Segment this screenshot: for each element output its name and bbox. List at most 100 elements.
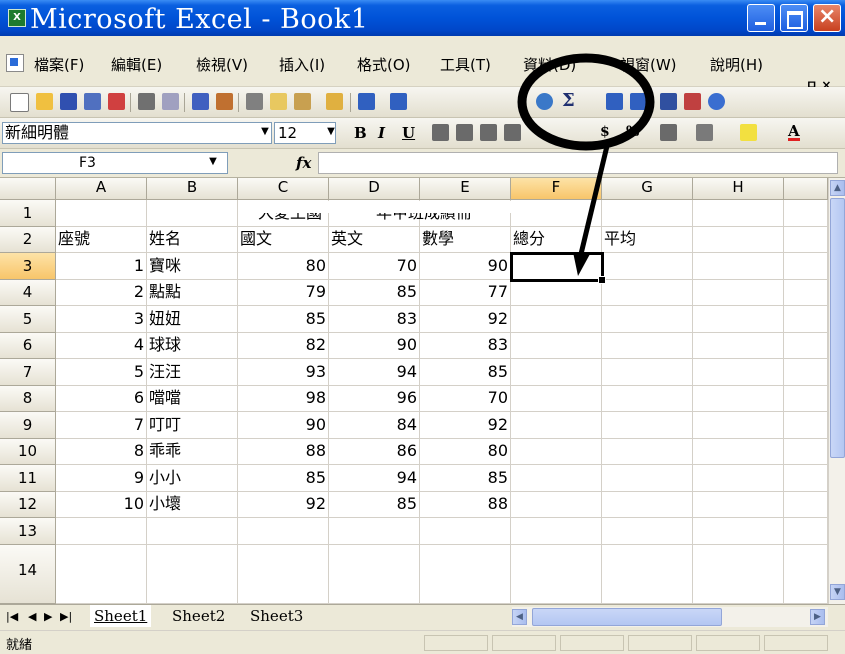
- size-dropdown-arrow[interactable]: ▼: [324, 122, 338, 142]
- grid-cell[interactable]: [693, 439, 784, 465]
- table-cell[interactable]: 85: [420, 465, 511, 492]
- row-header[interactable]: 9: [0, 412, 56, 439]
- grid-cell[interactable]: [56, 518, 147, 545]
- table-cell[interactable]: 85: [238, 306, 329, 333]
- italic-icon[interactable]: I: [378, 124, 385, 142]
- row-header[interactable]: 5: [0, 306, 56, 333]
- table-cell[interactable]: 80: [238, 253, 329, 280]
- table-cell[interactable]: 88: [238, 439, 329, 465]
- increase-indent-icon[interactable]: [660, 124, 677, 141]
- row-header[interactable]: 14: [0, 545, 56, 604]
- grid-cell[interactable]: [602, 359, 693, 386]
- table-cell[interactable]: 3: [56, 306, 147, 333]
- grid-cell[interactable]: [602, 412, 693, 439]
- grid-cell[interactable]: [511, 465, 602, 492]
- grid-cell[interactable]: [511, 545, 602, 604]
- row-header[interactable]: 2: [0, 227, 56, 253]
- grid-cell[interactable]: [602, 518, 693, 545]
- table-cell[interactable]: 9: [56, 465, 147, 492]
- table-cell[interactable]: 叮叮: [147, 412, 238, 439]
- align-left-icon[interactable]: [432, 124, 449, 141]
- autosum-icon[interactable]: Σ: [562, 90, 575, 111]
- grid-cell[interactable]: [693, 518, 784, 545]
- menu-file[interactable]: 檔案(F): [34, 54, 84, 75]
- column-header-b[interactable]: B: [147, 178, 238, 200]
- header-cell-seat[interactable]: 座號: [56, 227, 147, 253]
- menu-insert[interactable]: 插入(I): [279, 54, 325, 75]
- table-cell[interactable]: 點點: [147, 280, 238, 306]
- spelling-icon[interactable]: [192, 93, 209, 110]
- redo-icon[interactable]: [390, 93, 407, 110]
- row-header[interactable]: 12: [0, 492, 56, 518]
- menu-view[interactable]: 檢視(V): [196, 54, 248, 75]
- help-icon[interactable]: [708, 93, 725, 110]
- grid-cell[interactable]: [511, 439, 602, 465]
- grid-cell[interactable]: [511, 200, 602, 227]
- borders-icon[interactable]: [696, 124, 713, 141]
- table-cell[interactable]: 90: [329, 333, 420, 359]
- grid-cell[interactable]: [602, 465, 693, 492]
- grid-cell[interactable]: [602, 386, 693, 412]
- grid-cell[interactable]: [511, 333, 602, 359]
- grid-cell[interactable]: [693, 280, 784, 306]
- grid-cell[interactable]: [784, 227, 828, 253]
- table-cell[interactable]: 汪汪: [147, 359, 238, 386]
- grid-cell[interactable]: [329, 518, 420, 545]
- header-cell-chinese[interactable]: 國文: [238, 227, 329, 253]
- chart-wizard-icon[interactable]: [660, 93, 677, 110]
- table-cell[interactable]: 85: [420, 359, 511, 386]
- table-cell[interactable]: 70: [329, 253, 420, 280]
- spreadsheet-grid[interactable]: A B C D E F G H 1 2 3 4 5 6 7 8 9 10 11 …: [0, 178, 828, 604]
- table-cell[interactable]: 98: [238, 386, 329, 412]
- table-cell[interactable]: 小壞: [147, 492, 238, 518]
- row-header[interactable]: 3: [0, 253, 56, 280]
- grid-cell[interactable]: [784, 253, 828, 280]
- scroll-right-icon[interactable]: ▶: [810, 609, 825, 625]
- table-cell[interactable]: 85: [329, 280, 420, 306]
- vertical-scroll-thumb[interactable]: [830, 198, 845, 458]
- sheet-tab-2[interactable]: Sheet2: [168, 605, 229, 627]
- table-cell[interactable]: 小小: [147, 465, 238, 492]
- prev-sheet-icon[interactable]: ◀: [28, 610, 36, 623]
- scroll-down-icon[interactable]: ▼: [830, 584, 845, 600]
- grid-cell[interactable]: [420, 518, 511, 545]
- sheet-tab-3[interactable]: Sheet3: [246, 605, 307, 627]
- excel-app-icon[interactable]: X: [8, 9, 26, 27]
- formula-input[interactable]: [318, 152, 838, 174]
- table-cell[interactable]: 90: [420, 253, 511, 280]
- align-right-icon[interactable]: [480, 124, 497, 141]
- table-cell[interactable]: 噹噹: [147, 386, 238, 412]
- header-cell-english[interactable]: 英文: [329, 227, 420, 253]
- column-header-h[interactable]: H: [693, 178, 784, 200]
- table-cell[interactable]: 6: [56, 386, 147, 412]
- grid-cell[interactable]: [602, 200, 693, 227]
- grid-cell[interactable]: [693, 253, 784, 280]
- table-cell[interactable]: 94: [329, 465, 420, 492]
- menu-help[interactable]: 說明(H): [710, 54, 763, 75]
- grid-cell[interactable]: [511, 492, 602, 518]
- menu-data[interactable]: 資料(D): [523, 54, 576, 75]
- grid-cell[interactable]: [602, 280, 693, 306]
- column-header-f[interactable]: F: [511, 178, 602, 200]
- table-cell[interactable]: 85: [329, 492, 420, 518]
- grid-cell[interactable]: [784, 518, 828, 545]
- maximize-button[interactable]: [780, 4, 808, 32]
- fill-handle[interactable]: [598, 276, 606, 284]
- table-cell[interactable]: 77: [420, 280, 511, 306]
- table-cell[interactable]: 4: [56, 333, 147, 359]
- name-box[interactable]: F3: [2, 152, 228, 174]
- grid-cell[interactable]: [511, 359, 602, 386]
- grid-cell[interactable]: [147, 518, 238, 545]
- open-icon[interactable]: [36, 93, 53, 110]
- table-cell[interactable]: 球球: [147, 333, 238, 359]
- grid-cell[interactable]: [147, 545, 238, 604]
- font-color-icon[interactable]: A: [788, 124, 800, 141]
- grid-cell[interactable]: [602, 439, 693, 465]
- grid-cell[interactable]: [784, 200, 828, 227]
- grid-cell[interactable]: [693, 545, 784, 604]
- header-cell-name[interactable]: 姓名: [147, 227, 238, 253]
- scroll-up-icon[interactable]: ▲: [830, 180, 845, 196]
- table-cell[interactable]: 94: [329, 359, 420, 386]
- table-cell[interactable]: 90: [238, 412, 329, 439]
- grid-cell[interactable]: [784, 386, 828, 412]
